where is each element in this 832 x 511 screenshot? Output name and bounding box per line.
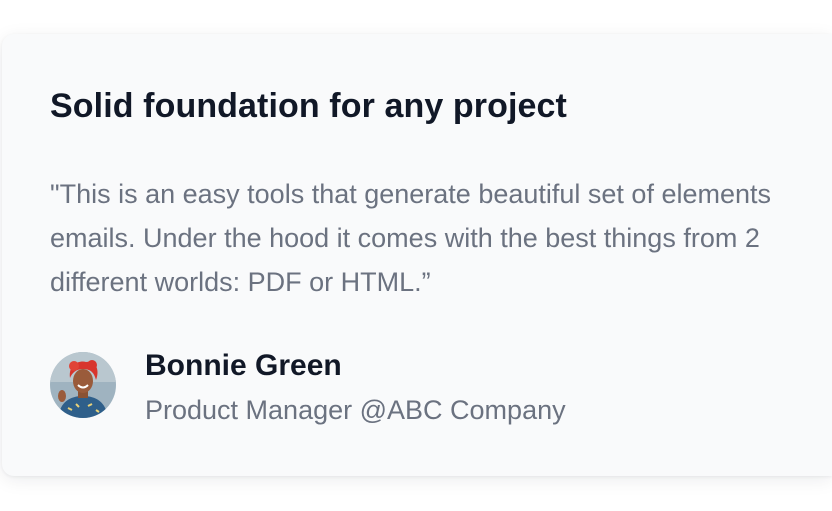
author-name: Bonnie Green [145,349,342,382]
testimonial-quote: "This is an easy tools that generate bea… [50,179,771,297]
author-role: Product Manager @ABC Company [145,395,566,425]
author-block: Bonnie Green Product Manager @ABC Compan… [50,348,750,428]
testimonial-title: Solid foundation for any project [50,87,567,125]
avatar [50,352,116,418]
testimonial-card: Solid foundation for any project "This i… [2,34,832,476]
avatar-photo-icon [50,352,116,418]
